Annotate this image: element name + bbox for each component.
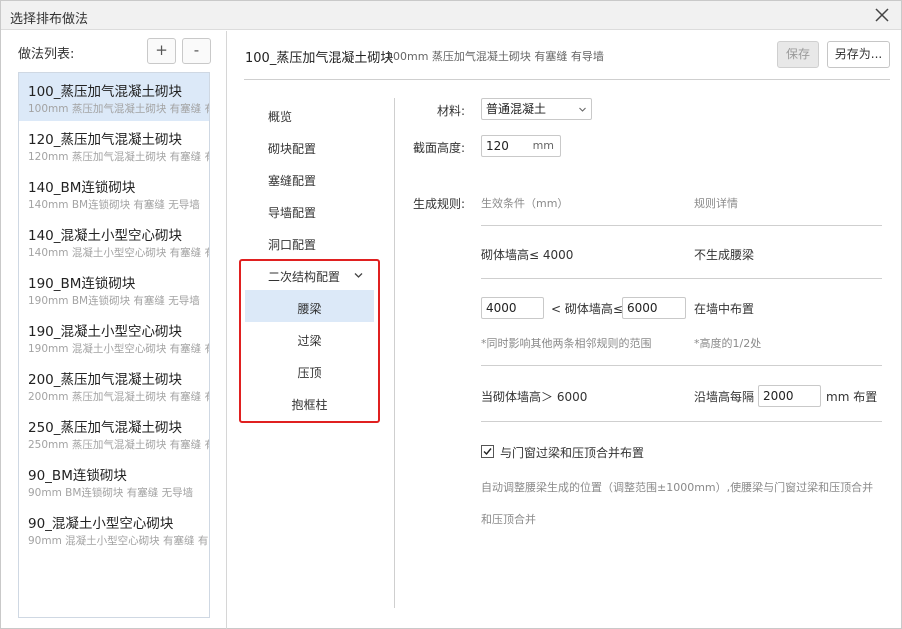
rule2-note-left: *同时影响其他两条相邻规则的范围 xyxy=(481,337,652,350)
method-list: 100_蒸压加气混凝土砌块 100mm 蒸压加气混凝土砌块 有塞缝 有 120_… xyxy=(18,72,210,618)
rule3-condition: 当砌体墙高＞ 6000 xyxy=(481,390,588,404)
section-height-unit: mm xyxy=(532,139,554,152)
method-name: 100_蒸压加气混凝土砌块 xyxy=(28,84,183,100)
section-height-value: 120 xyxy=(486,139,509,153)
rules-divider xyxy=(481,365,882,366)
rule3-interval-input[interactable]: 2000 xyxy=(758,385,821,407)
chevron-down-icon xyxy=(579,107,586,112)
method-name: 200_蒸压加气混凝土砌块 xyxy=(28,372,183,388)
header-divider xyxy=(244,79,890,80)
rules-label: 生成规则: xyxy=(413,197,466,211)
material-select-value: 普通混凝土 xyxy=(486,102,547,116)
nav-item-guide-wall-config[interactable]: 导墙配置 xyxy=(268,204,316,221)
rules-col-detail: 规则详情 xyxy=(694,197,738,210)
method-desc: 120mm 蒸压加气混凝土砌块 有塞缝 有 xyxy=(28,151,209,163)
rule2-note-right: *高度的1/2处 xyxy=(694,337,762,350)
rule3-interval-value: 2000 xyxy=(763,389,794,403)
nav-item-opening-config[interactable]: 洞口配置 xyxy=(268,236,316,253)
rule3-detail-prefix: 沿墙高每隔 xyxy=(694,390,755,404)
window-title: 选择排布做法 xyxy=(10,12,89,27)
nav-item-block-config[interactable]: 砌块配置 xyxy=(268,140,316,157)
checkmark-icon xyxy=(483,448,492,456)
method-list-item[interactable]: 90_混凝土小型空心砌块 90mm 混凝土小型空心砌块 有塞缝 有 xyxy=(19,505,209,553)
title-bar: 选择排布做法 xyxy=(1,1,901,30)
rule3-detail-suffix: mm 布置 xyxy=(826,390,878,404)
rule2-max-input[interactable]: 6000 xyxy=(622,297,686,319)
method-list-header: 做法列表: xyxy=(18,47,75,62)
method-list-item[interactable]: 250_蒸压加气混凝土砌块 250mm 蒸压加气混凝土砌块 有塞缝 有 xyxy=(19,409,209,457)
nav-divider xyxy=(394,98,395,608)
method-desc: 90mm BM连锁砌块 有塞缝 无导墙 xyxy=(28,487,194,499)
rule2-min-input[interactable]: 4000 xyxy=(481,297,544,319)
method-name: 140_混凝土小型空心砌块 xyxy=(28,228,183,244)
method-desc: 190mm BM连锁砌块 有塞缝 无导墙 xyxy=(28,295,200,307)
rule1-detail: 不生成腰梁 xyxy=(694,248,755,262)
method-title: 100_蒸压加气混凝土砌块 xyxy=(245,51,394,66)
material-select[interactable]: 普通混凝土 xyxy=(481,98,592,120)
rules-divider xyxy=(481,421,882,422)
merge-description-line2: 和压顶合并 xyxy=(481,513,536,526)
method-name: 90_混凝土小型空心砌块 xyxy=(28,516,174,532)
material-label: 材料: xyxy=(437,104,466,118)
method-list-item[interactable]: 140_混凝土小型空心砌块 140mm 混凝土小型空心砌块 有塞缝 有 xyxy=(19,217,209,265)
method-desc: 250mm 蒸压加气混凝土砌块 有塞缝 有 xyxy=(28,439,209,451)
rules-divider xyxy=(481,278,882,279)
method-list-item[interactable]: 190_BM连锁砌块 190mm BM连锁砌块 有塞缝 无导墙 xyxy=(19,265,209,313)
method-desc: 140mm BM连锁砌块 有塞缝 无导墙 xyxy=(28,199,200,211)
rule1-condition: 砌体墙高≤ 4000 xyxy=(481,248,574,262)
method-desc: 200mm 蒸压加气混凝土砌块 有塞缝 有 xyxy=(28,391,209,403)
rule2-max-value: 6000 xyxy=(627,301,658,315)
save-as-button[interactable]: 另存为... xyxy=(827,41,890,68)
method-detail-panel: 100_蒸压加气混凝土砌块 100mm 蒸压加气混凝土砌块 有塞缝 有导墙 保存… xyxy=(228,31,902,629)
method-list-item[interactable]: 140_BM连锁砌块 140mm BM连锁砌块 有塞缝 无导墙 xyxy=(19,169,209,217)
method-name: 190_混凝土小型空心砌块 xyxy=(28,324,183,340)
save-button[interactable]: 保存 xyxy=(777,41,819,68)
remove-method-button[interactable]: - xyxy=(182,38,211,64)
method-name: 120_蒸压加气混凝土砌块 xyxy=(28,132,183,148)
method-name: 140_BM连锁砌块 xyxy=(28,180,136,196)
method-desc: 100mm 蒸压加气混凝土砌块 有塞缝 有 xyxy=(28,103,209,115)
method-list-panel: 做法列表: + - 100_蒸压加气混凝土砌块 100mm 蒸压加气混凝土砌块 … xyxy=(1,31,227,629)
nav-item-joint-filling-config[interactable]: 塞缝配置 xyxy=(268,172,316,189)
method-subtitle: 100mm 蒸压加气混凝土砌块 有塞缝 有导墙 xyxy=(386,50,604,63)
method-desc: 140mm 混凝土小型空心砌块 有塞缝 有 xyxy=(28,247,209,259)
merge-description-line1: 自动调整腰梁生成的位置（调整范围±1000mm）,使腰梁与门窗过梁和压顶合并 xyxy=(481,481,874,494)
method-list-item[interactable]: 120_蒸压加气混凝土砌块 120mm 蒸压加气混凝土砌块 有塞缝 有 xyxy=(19,121,209,169)
nav-item-overview[interactable]: 概览 xyxy=(268,108,292,125)
merge-label[interactable]: 与门窗过梁和压顶合并布置 xyxy=(500,444,644,461)
rules-col-condition: 生效条件（mm） xyxy=(481,197,569,210)
method-list-item[interactable]: 200_蒸压加气混凝土砌块 200mm 蒸压加气混凝土砌块 有塞缝 有 xyxy=(19,361,209,409)
add-method-button[interactable]: + xyxy=(147,38,176,64)
highlight-annotation-box xyxy=(239,259,380,423)
section-height-input[interactable]: 120 mm xyxy=(481,135,561,157)
method-list-item[interactable]: 190_混凝土小型空心砌块 190mm 混凝土小型空心砌块 有塞缝 有 xyxy=(19,313,209,361)
method-name: 250_蒸压加气混凝土砌块 xyxy=(28,420,183,436)
method-desc: 90mm 混凝土小型空心砌块 有塞缝 有 xyxy=(28,535,209,547)
rule2-detail: 在墙中布置 xyxy=(694,302,755,316)
method-list-item[interactable]: 90_BM连锁砌块 90mm BM连锁砌块 有塞缝 无导墙 xyxy=(19,457,209,505)
rule2-mid-text: < 砌体墙高≤ xyxy=(551,302,623,316)
method-list-item[interactable]: 100_蒸压加气混凝土砌块 100mm 蒸压加气混凝土砌块 有塞缝 有 xyxy=(19,73,209,121)
close-icon[interactable] xyxy=(872,5,892,25)
section-height-label: 截面高度: xyxy=(413,141,466,155)
method-name: 90_BM连锁砌块 xyxy=(28,468,127,484)
rules-divider xyxy=(481,225,882,226)
merge-checkbox[interactable] xyxy=(481,445,494,458)
rule2-min-value: 4000 xyxy=(486,301,517,315)
method-desc: 190mm 混凝土小型空心砌块 有塞缝 有 xyxy=(28,343,209,355)
dialog-window: 选择排布做法 做法列表: + - 100_蒸压加气混凝土砌块 100mm 蒸压加… xyxy=(0,0,902,629)
method-name: 190_BM连锁砌块 xyxy=(28,276,136,292)
